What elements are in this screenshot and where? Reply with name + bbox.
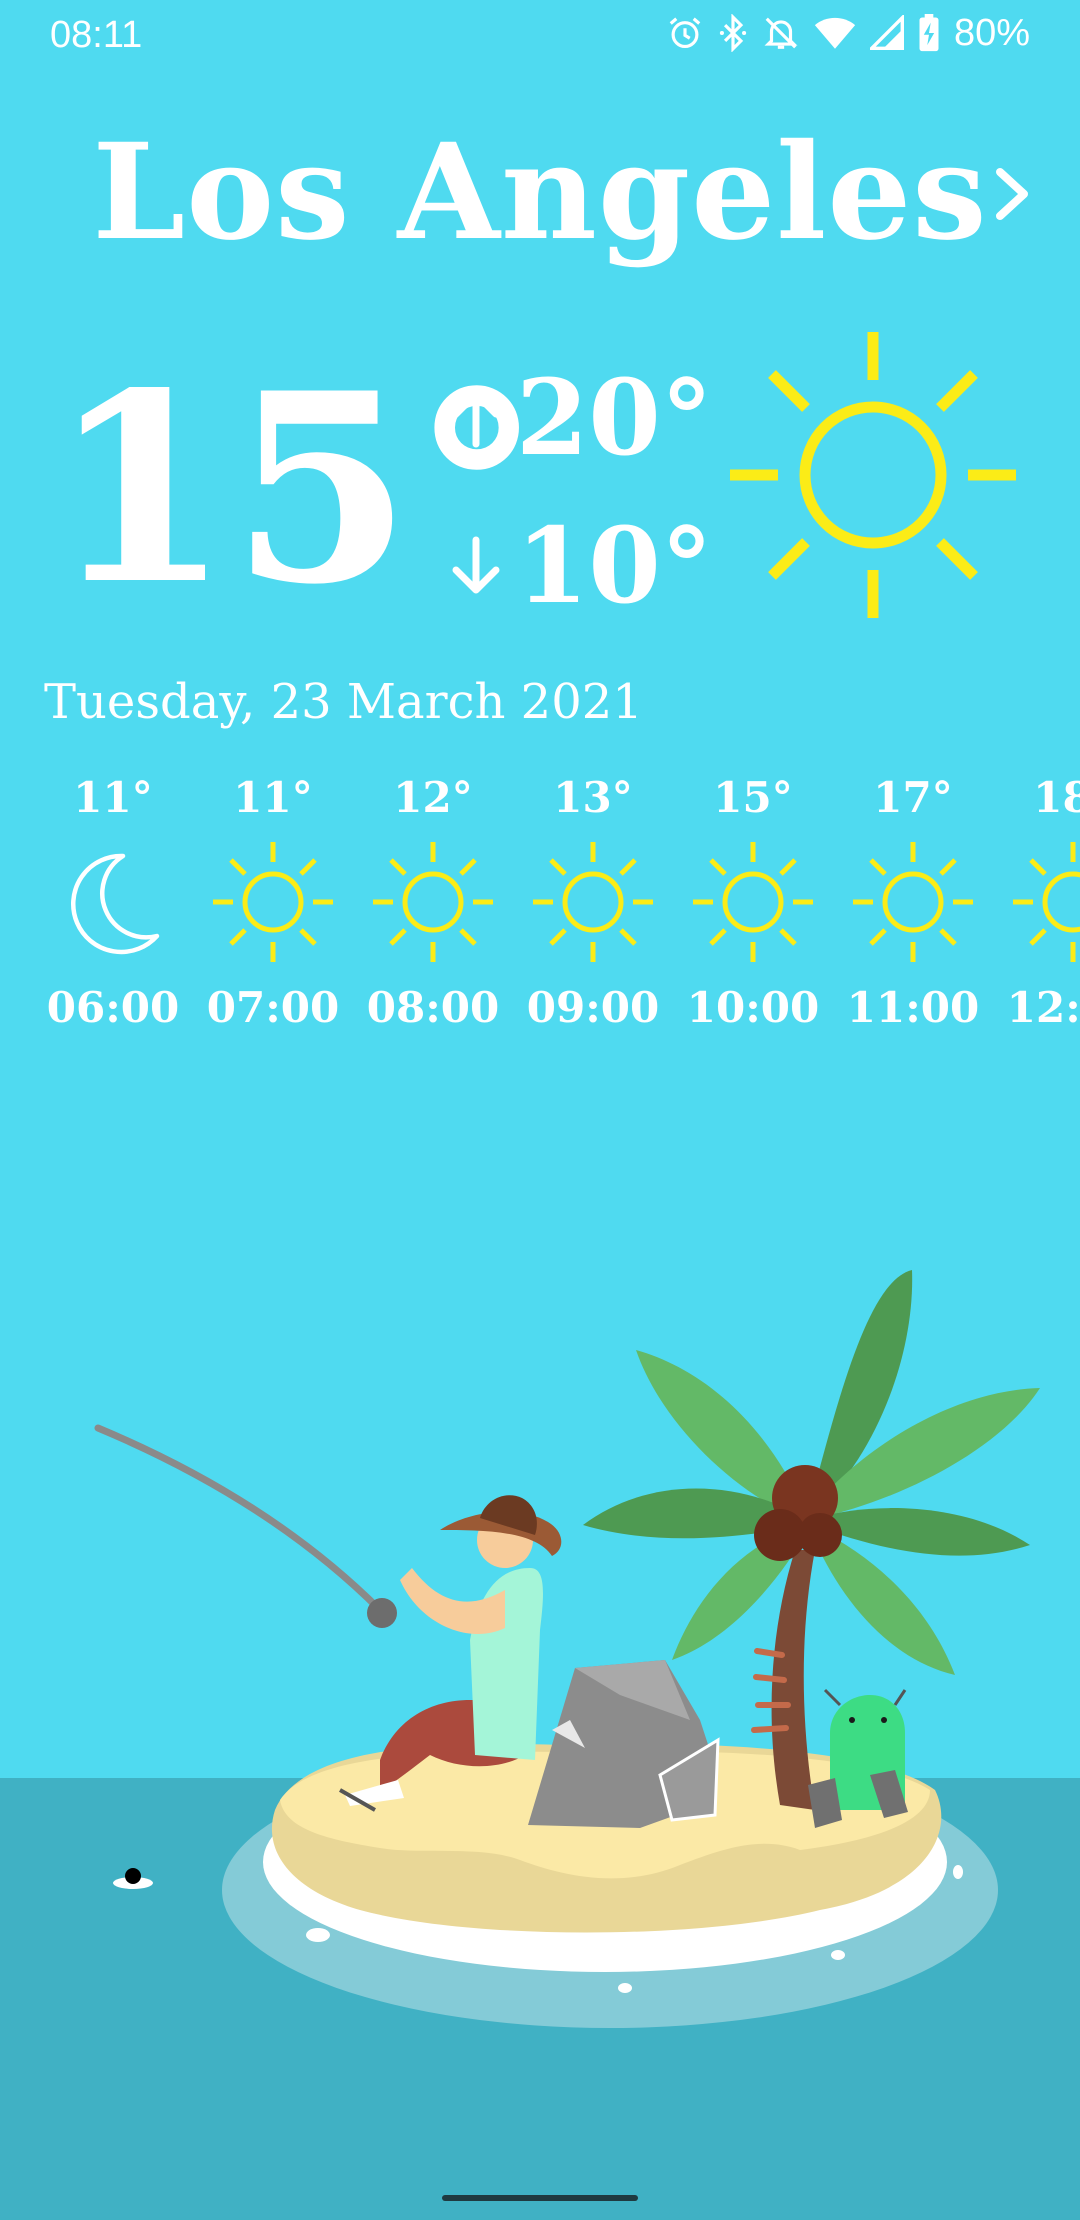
hourly-time: 09:00	[526, 983, 660, 1032]
notifications-off-icon	[764, 17, 798, 49]
hourly-temperature: 18°	[1033, 773, 1080, 822]
hourly-item: 13° 09:00	[513, 770, 673, 1036]
sun-icon	[693, 842, 813, 962]
arrow-up-icon	[452, 390, 500, 448]
current-date: Tuesday, 23 March 2021	[44, 674, 643, 730]
hourly-forecast[interactable]: 11° 06:00 11° 07:00 12° 08:00 13° 09:00 …	[0, 770, 1080, 1040]
sun-icon	[533, 842, 653, 962]
hourly-item: 15° 10:00	[673, 770, 833, 1036]
hourly-temperature: 11°	[73, 773, 153, 822]
low-temperature-row: 10°	[450, 506, 713, 626]
island-illustration	[94, 1270, 1040, 2028]
hourly-time: 11:00	[846, 983, 980, 1032]
hourly-time: 10:00	[686, 983, 820, 1032]
hourly-time: 08:00	[366, 983, 500, 1032]
hourly-time: 06:00	[46, 983, 180, 1032]
hourly-item: 17° 11:00	[833, 770, 993, 1036]
hourly-item: 11° 06:00	[33, 770, 193, 1036]
hourly-time: 07:00	[206, 983, 340, 1032]
sun-icon	[213, 842, 333, 962]
city-name[interactable]: Los Angeles	[0, 118, 1080, 268]
hourly-time: 12:00	[1006, 983, 1080, 1032]
cell-signal-icon	[869, 15, 904, 50]
hourly-temperature: 15°	[713, 773, 793, 822]
wifi-icon	[814, 17, 856, 49]
arrow-down-icon	[452, 536, 500, 594]
low-temperature: 10°	[516, 504, 713, 627]
sun-icon	[373, 842, 493, 962]
battery-charging-icon	[919, 14, 939, 52]
hourly-temperature: 13°	[553, 773, 633, 822]
sun-icon	[1013, 842, 1080, 962]
hourly-temperature: 12°	[393, 773, 473, 822]
status-time: 08:11	[50, 14, 143, 56]
high-temperature-row: 20°	[450, 358, 713, 478]
status-icons: 80%	[666, 8, 1030, 58]
hourly-item: 18° 12:00	[993, 770, 1080, 1036]
battery-percentage: 80%	[953, 12, 1030, 54]
hourly-temperature: 17°	[873, 773, 953, 822]
hourly-item: 12° 08:00	[353, 770, 513, 1036]
sun-icon	[853, 842, 973, 962]
status-bar: 08:11 80%	[0, 0, 1080, 70]
alarm-icon	[669, 17, 701, 49]
bluetooth-icon	[719, 14, 747, 52]
chevron-right-icon[interactable]	[990, 166, 1034, 222]
hourly-temperature: 11°	[233, 773, 313, 822]
home-indicator[interactable]	[442, 2195, 638, 2201]
moon-icon	[71, 853, 160, 955]
high-temperature: 20°	[516, 356, 713, 479]
sun-icon	[730, 332, 1016, 618]
hourly-item: 11° 07:00	[193, 770, 353, 1036]
